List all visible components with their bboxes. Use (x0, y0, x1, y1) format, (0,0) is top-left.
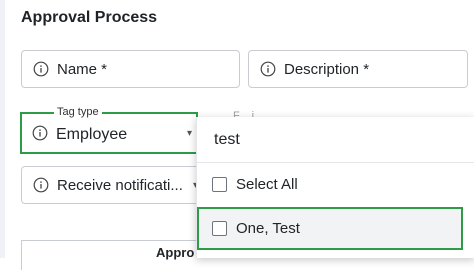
tag-dropdown-panel: test Select All One, Test (196, 117, 474, 258)
description-field[interactable]: Description * (248, 50, 468, 88)
receive-notifications-select[interactable]: Receive notificati... ▾ (21, 166, 205, 204)
dropdown-search-value: test (214, 130, 240, 148)
info-icon (33, 177, 49, 193)
chevron-down-icon: ▾ (186, 127, 192, 139)
dropdown-option-label: One, Test (236, 220, 300, 237)
dropdown-search-input[interactable]: test (197, 117, 474, 163)
tag-type-label: Tag type (54, 106, 102, 118)
name-field[interactable]: Name * (21, 50, 240, 88)
section-title: Approval Process (21, 9, 158, 26)
info-icon (33, 61, 49, 77)
dropdown-option-select-all[interactable]: Select All (197, 164, 474, 204)
tag-type-value: Employee (56, 126, 128, 143)
tag-type-select[interactable]: Tag type Employee ▾ (20, 106, 198, 154)
page-left-edge (0, 0, 5, 258)
receive-notifications-label: Receive notificati... (57, 176, 183, 194)
dropdown-option-one-test[interactable]: One, Test (197, 207, 463, 250)
info-icon (260, 61, 276, 77)
checkbox-icon[interactable] (212, 176, 227, 192)
dropdown-option-label: Select All (236, 175, 298, 193)
name-field-label: Name * (57, 60, 108, 78)
description-field-label: Description * (284, 60, 370, 78)
checkbox-icon[interactable] (212, 221, 227, 236)
info-icon (32, 125, 48, 141)
